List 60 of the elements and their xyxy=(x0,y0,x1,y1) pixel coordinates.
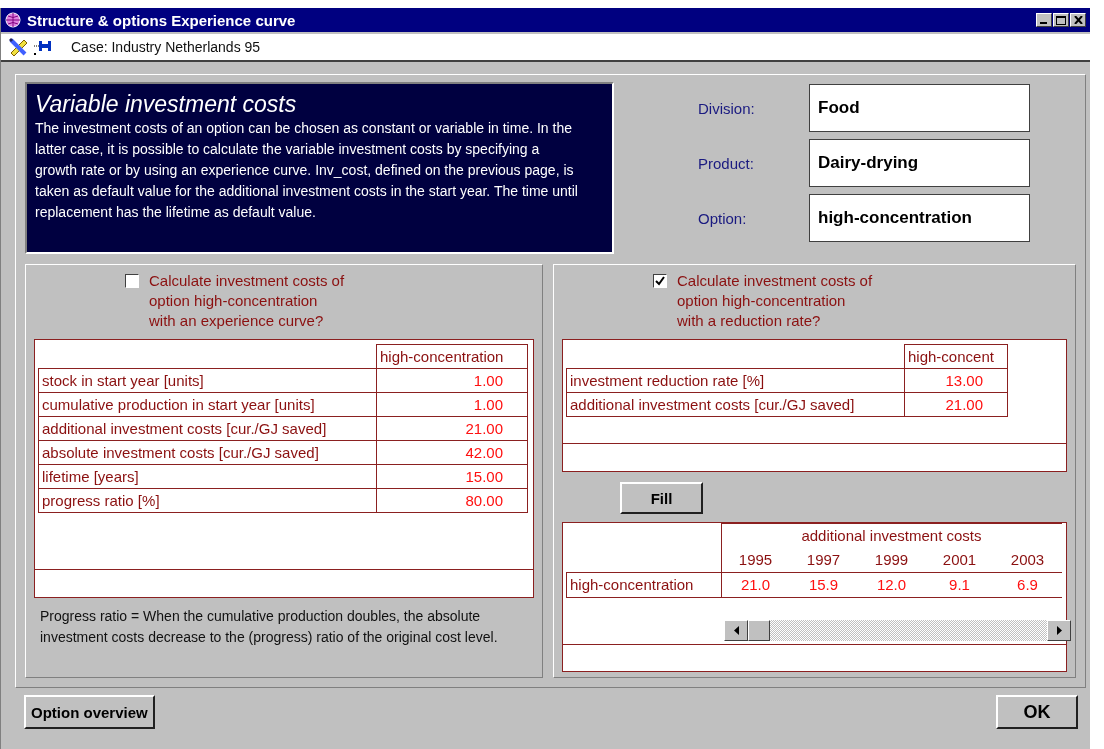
input-field[interactable]: Dairy-drying xyxy=(809,139,1030,187)
table-cell[interactable]: 9.1 xyxy=(925,572,994,598)
table-cell[interactable]: 15.00 xyxy=(376,464,528,489)
input-field[interactable]: high-concentration xyxy=(809,194,1030,242)
field-label: Product: xyxy=(698,154,755,172)
close-button[interactable] xyxy=(1070,13,1086,27)
year-header: 2001 xyxy=(925,548,994,573)
field-label: Option: xyxy=(698,209,748,227)
column-header: high-concent xyxy=(904,344,1008,369)
row-label: stock in start year [units] xyxy=(38,368,377,393)
info-title: Variable investment costs xyxy=(35,90,298,118)
year-header: 1995 xyxy=(721,548,790,573)
table-cell[interactable]: 13.00 xyxy=(904,368,1008,393)
checkbox[interactable] xyxy=(653,274,667,288)
overview-button[interactable]: Option overview xyxy=(24,695,155,729)
checkbox-label: Calculate investment costs of option high-concentration with a reduction rate? xyxy=(677,271,873,331)
fill-button[interactable]: Fill xyxy=(620,482,703,514)
row-label: additional investment costs [cur./GJ saved] xyxy=(566,392,905,417)
app-globe-icon xyxy=(5,12,21,28)
table-cell[interactable]: 21.0 xyxy=(721,572,790,598)
pin-icon[interactable] xyxy=(33,38,53,56)
checkbox-label: Calculate investment costs of option high-concentration with an experience curve? xyxy=(149,271,345,331)
horizontal-scrollbar[interactable] xyxy=(724,620,1071,641)
pencil-ruler-icon[interactable] xyxy=(9,37,29,57)
left-arrow-icon[interactable] xyxy=(733,626,739,635)
case-label: Case: Industry Netherlands 95 xyxy=(71,39,261,55)
row-label: additional investment costs [cur./GJ saved] xyxy=(38,416,377,441)
note-text: Progress ratio = When the cumulative production doubles, the absolute investment costs decrease to the (progress) ratio of the original cost level. xyxy=(40,607,499,647)
row-label: absolute investment costs [cur./GJ saved] xyxy=(38,440,377,465)
row-label: high-concentration xyxy=(566,572,721,598)
table-cell[interactable]: 1.00 xyxy=(376,368,528,393)
year-header: 1999 xyxy=(857,548,926,573)
column-header: high-concentration xyxy=(376,344,528,369)
close-icon xyxy=(1073,16,1083,24)
table-cell[interactable]: 6.9 xyxy=(993,572,1062,598)
window-title: Structure & options Experience curve xyxy=(27,11,297,29)
input-field[interactable]: Food xyxy=(809,84,1030,132)
table-cell[interactable]: 21.00 xyxy=(376,416,528,441)
table-cell[interactable]: 21.00 xyxy=(904,392,1008,417)
table-cell[interactable]: 42.00 xyxy=(376,440,528,465)
checkbox[interactable] xyxy=(125,274,139,288)
year-header: 1997 xyxy=(789,548,858,573)
table-cell[interactable]: 15.9 xyxy=(789,572,858,598)
column-group-header: additional investment costs xyxy=(721,523,1062,548)
table-cell[interactable]: 1.00 xyxy=(376,392,528,417)
year-header: 2003 xyxy=(993,548,1062,573)
row-label: progress ratio [%] xyxy=(38,488,377,513)
table-cell[interactable]: 80.00 xyxy=(376,488,528,513)
row-label: cumulative production in start year [units] xyxy=(38,392,377,417)
row-label: investment reduction rate [%] xyxy=(566,368,905,393)
field-label: Division: xyxy=(698,99,756,117)
ok-button[interactable]: OK xyxy=(996,695,1078,729)
row-label: lifetime [years] xyxy=(38,464,377,489)
right-arrow-icon[interactable] xyxy=(1056,626,1062,635)
maximize-icon xyxy=(1056,15,1066,25)
minimize-button[interactable] xyxy=(1036,13,1052,27)
info-text: The investment costs of an option can be chosen as constant or variable in time. In the latter case, it is possible to calculate the variable investment costs by specifying a growth rate or by using an experience curve. Inv_cost, defined on the previous page, is taken as default value for the additional investment costs in the start year. The time until replacement has the lifetime as default value. xyxy=(35,119,579,222)
maximize-button[interactable] xyxy=(1053,13,1069,27)
scrollbar-thumb[interactable] xyxy=(748,620,770,641)
table-cell[interactable]: 12.0 xyxy=(857,572,926,598)
